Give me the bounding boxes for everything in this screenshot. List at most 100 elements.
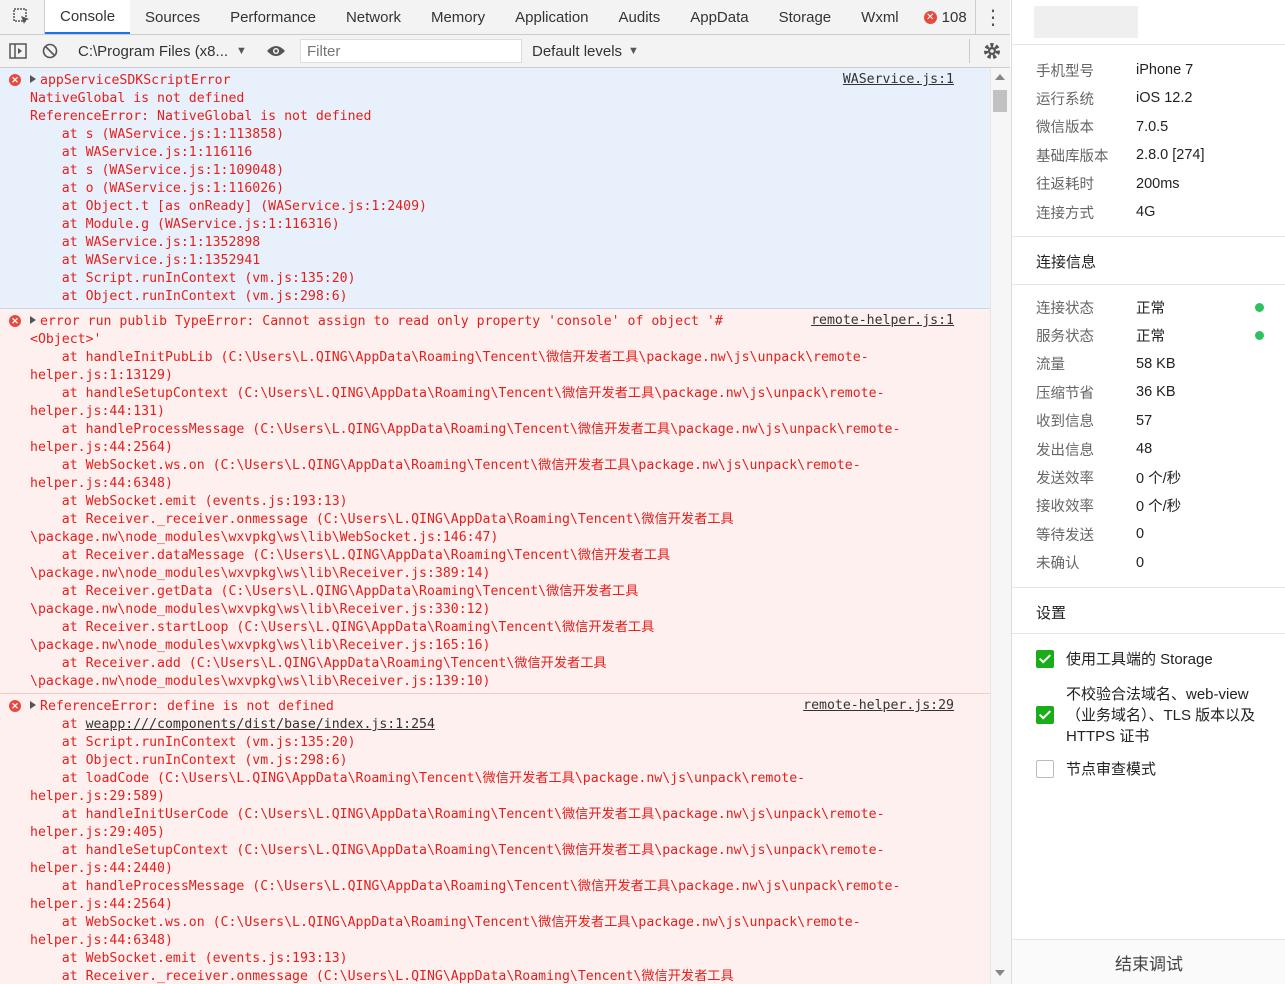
console-line-text: at WebSocket.emit (events.js:193:13)	[30, 494, 348, 509]
console-line-text: appServiceSDKScriptError	[40, 73, 231, 88]
console-line-text: \package.nw\node_modules\wxvpkg\ws\lib\R…	[30, 602, 491, 617]
console-line-text: at Script.runInContext (vm.js:135:20)	[30, 271, 356, 286]
error-icon: ✕	[923, 10, 937, 24]
console-line: at Script.runInContext (vm.js:135:20)	[30, 734, 954, 752]
expand-triangle-icon[interactable]	[30, 316, 36, 324]
expand-triangle-icon[interactable]	[30, 75, 36, 83]
console-line: at weapp:///components/dist/base/index.j…	[30, 716, 954, 734]
console-line-text: helper.js:44:2440)	[30, 861, 173, 876]
console-line: helper.js:44:2564)	[30, 439, 954, 457]
tab-storage[interactable]: Storage	[764, 0, 847, 34]
console-line-text: at Receiver.getData (C:\Users\L.QING\App…	[30, 584, 639, 599]
tab-appdata[interactable]: AppData	[675, 0, 763, 34]
device-info-value: 4G	[1136, 204, 1156, 220]
source-link[interactable]: WAService.js:1	[843, 72, 954, 87]
chevron-down-icon: ▼	[628, 45, 639, 57]
console-line: at o (WAService.js:1:116026)	[30, 180, 954, 198]
tab-network[interactable]: Network	[331, 0, 416, 34]
console-line-text: at loadCode (C:\Users\L.QING\AppData\Roa…	[30, 771, 806, 786]
sidebar-toggle-icon[interactable]	[4, 37, 32, 65]
source-link[interactable]: remote-helper.js:1	[811, 313, 954, 328]
console-line: at s (WAService.js:1:113858)	[30, 126, 954, 144]
device-info-label: 往返耗时	[1036, 177, 1094, 194]
setting-label: 不校验合法域名、web-view（业务域名）、TLS 版本以及 HTTPS 证书	[1066, 686, 1256, 745]
console-line-text: at handleInitPubLib (C:\Users\L.QING\App…	[30, 350, 869, 365]
connection-info-value: 正常	[1136, 300, 1165, 317]
console-line: at Object.runInContext (vm.js:298:6)	[30, 752, 954, 770]
console-line-text: at Receiver.dataMessage (C:\Users\L.QING…	[30, 548, 671, 563]
console-error-message: ✕ remote-helper.js:29 ReferenceError: defi…	[0, 694, 990, 984]
console-line: helper.js:44:6348)	[30, 932, 954, 950]
device-info-label: 运行系统	[1036, 91, 1094, 108]
live-expression-eye-icon[interactable]	[262, 37, 290, 65]
connection-info-label: 压缩节省	[1036, 385, 1094, 402]
tab-audits[interactable]: Audits	[604, 0, 676, 34]
console-line-text: at handleInitUserCode (C:\Users\L.QING\A…	[30, 807, 885, 822]
console-line: at handleSetupContext (C:\Users\L.QING\A…	[30, 385, 954, 403]
section-divider	[1012, 236, 1285, 237]
console-line: at handleProcessMessage (C:\Users\L.QING…	[30, 878, 954, 896]
console-line-text: at handleProcessMessage (C:\Users\L.QING…	[30, 422, 901, 437]
device-info-label: 微信版本	[1036, 120, 1094, 137]
device-info-value: iOS 12.2	[1136, 90, 1193, 107]
setting-checkbox[interactable]	[1036, 760, 1054, 778]
scroll-up-arrow-icon[interactable]	[995, 74, 1005, 80]
status-ok-dot-icon	[1255, 302, 1264, 312]
console-line: at loadCode (C:\Users\L.QING\AppData\Roa…	[30, 770, 954, 788]
connection-info-value: 0 个/秒	[1136, 470, 1182, 487]
console-line-text: \package.nw\node_modules\wxvpkg\ws\lib\R…	[30, 638, 491, 653]
connection-info-title: 连接信息	[1036, 254, 1097, 271]
stack-source-link[interactable]: weapp:///components/dist/base/index.js:1…	[86, 717, 435, 732]
tab-sources[interactable]: Sources	[130, 0, 215, 34]
console-line: \package.nw\node_modules\wxvpkg\ws\lib\R…	[30, 601, 954, 619]
device-info-label: 手机型号	[1036, 63, 1094, 80]
console-line-text: <Object>'	[30, 332, 102, 347]
context-select[interactable]: C:\Program Files (x8... ▼	[78, 43, 248, 60]
console-line-text: helper.js:44:131)	[30, 404, 165, 419]
source-link[interactable]: remote-helper.js:29	[803, 698, 954, 713]
console-line: at Object.t [as onReady] (WAService.js:1…	[30, 198, 954, 216]
console-line: helper.js:44:2440)	[30, 860, 954, 878]
expand-triangle-icon[interactable]	[30, 701, 36, 709]
console-line: at WebSocket.emit (events.js:193:13)	[30, 950, 954, 968]
end-debug-button[interactable]: 结束调试	[1012, 939, 1285, 984]
connection-info-value: 0	[1136, 554, 1145, 571]
devtools-panel: Console Sources Performance Network Memory Ap…	[0, 0, 1011, 984]
console-scrollbar[interactable]	[990, 68, 1011, 984]
console-line: at WAService.js:1:1352941	[30, 252, 954, 270]
clear-console-icon[interactable]	[36, 37, 64, 65]
connection-info-row: 发送效率 0 个/秒	[1036, 466, 1266, 488]
console-line: at Object.runInContext (vm.js:298:6)	[30, 288, 954, 306]
gear-icon[interactable]	[969, 39, 1004, 63]
error-count-badge[interactable]: ✕ 108	[914, 0, 973, 34]
console-line-text: at WebSocket.ws.on (C:\Users\L.QING\AppD…	[30, 458, 861, 473]
connection-info-row: 等待发送 0	[1036, 523, 1266, 545]
tab-console[interactable]: Console	[45, 0, 131, 34]
tab-wxml[interactable]: Wxml	[846, 0, 914, 34]
console-line: helper.js:44:2564)	[30, 896, 954, 914]
tab-memory[interactable]: Memory	[416, 0, 500, 34]
connection-info-label: 收到信息	[1036, 414, 1094, 431]
console-line-text: at s (WAService.js:1:109048)	[30, 163, 285, 178]
console-line: at WAService.js:1:1352898	[30, 234, 954, 252]
tab-performance[interactable]: Performance	[215, 0, 331, 34]
connection-info-row: 压缩节省 36 KB	[1036, 381, 1266, 403]
tab-application[interactable]: Application	[500, 0, 603, 34]
console-line: at Receiver.getData (C:\Users\L.QING\App…	[30, 583, 954, 601]
more-options-icon[interactable]: ⋮	[975, 0, 1010, 34]
setting-checkbox[interactable]	[1036, 650, 1054, 668]
devtools-tabbar: Console Sources Performance Network Memory Ap…	[0, 0, 1010, 35]
setting-checkbox[interactable]	[1036, 706, 1054, 724]
connection-info-label: 流量	[1036, 357, 1065, 374]
scroll-down-arrow-icon[interactable]	[995, 970, 1005, 976]
scrollbar-thumb[interactable]	[993, 90, 1007, 112]
log-levels-select[interactable]: Default levels ▼	[532, 43, 639, 60]
filter-input[interactable]	[300, 39, 522, 63]
console-line: at Module.g (WAService.js:1:116316)	[30, 216, 954, 234]
inspect-element-icon[interactable]	[0, 0, 45, 34]
device-info-value: 200ms	[1136, 175, 1180, 192]
error-icon: ✕	[9, 74, 21, 86]
connection-info-row: 连接状态 正常	[1036, 296, 1266, 318]
console-line-text: at WAService.js:1:1352941	[30, 253, 261, 268]
header-divider	[1012, 44, 1285, 45]
